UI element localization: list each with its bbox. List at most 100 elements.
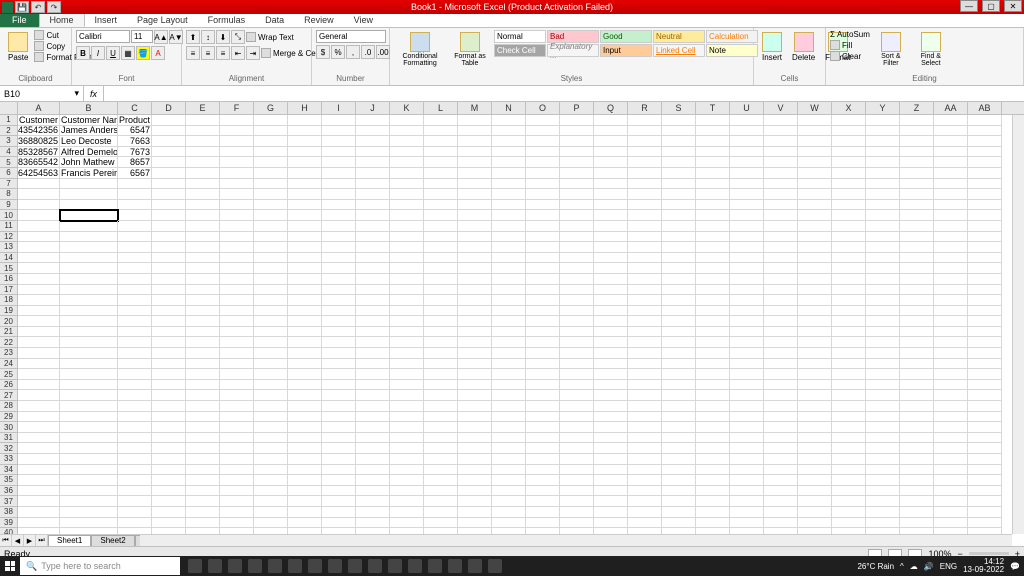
cell[interactable] xyxy=(18,232,60,243)
row-header[interactable]: 34 xyxy=(0,465,18,476)
cell[interactable]: James Anderson xyxy=(60,126,118,137)
cell[interactable] xyxy=(594,295,628,306)
cell[interactable] xyxy=(220,422,254,433)
zoom-slider[interactable] xyxy=(969,552,1009,555)
cell[interactable] xyxy=(458,168,492,179)
cell[interactable] xyxy=(356,401,390,412)
cell[interactable] xyxy=(560,210,594,221)
cell[interactable] xyxy=(560,200,594,211)
cell[interactable] xyxy=(628,496,662,507)
cell[interactable] xyxy=(390,179,424,190)
cell[interactable] xyxy=(118,337,152,348)
cell[interactable] xyxy=(934,189,968,200)
cell[interactable] xyxy=(492,316,526,327)
cell[interactable] xyxy=(594,232,628,243)
cell[interactable] xyxy=(458,189,492,200)
cell[interactable] xyxy=(424,316,458,327)
cell[interactable] xyxy=(254,263,288,274)
col-header-N[interactable]: N xyxy=(492,102,526,114)
cell[interactable] xyxy=(560,232,594,243)
cell[interactable] xyxy=(900,475,934,486)
cell[interactable] xyxy=(696,157,730,168)
cell[interactable] xyxy=(322,285,356,296)
cell[interactable] xyxy=(254,136,288,147)
cell[interactable] xyxy=(356,454,390,465)
cell[interactable] xyxy=(186,253,220,264)
cell[interactable] xyxy=(288,263,322,274)
cell[interactable] xyxy=(934,507,968,518)
cell[interactable] xyxy=(900,518,934,529)
cell[interactable] xyxy=(764,454,798,465)
cell[interactable] xyxy=(900,369,934,380)
cell[interactable] xyxy=(424,189,458,200)
cell[interactable] xyxy=(730,465,764,476)
cell[interactable] xyxy=(968,369,1002,380)
cell[interactable] xyxy=(220,348,254,359)
cell[interactable] xyxy=(832,136,866,147)
cell[interactable] xyxy=(594,179,628,190)
cell[interactable] xyxy=(560,253,594,264)
cell[interactable] xyxy=(152,475,186,486)
cell[interactable] xyxy=(628,380,662,391)
cell[interactable] xyxy=(424,390,458,401)
cell[interactable] xyxy=(390,433,424,444)
cell[interactable] xyxy=(730,327,764,338)
cell[interactable] xyxy=(730,136,764,147)
cell[interactable] xyxy=(730,401,764,412)
cell[interactable] xyxy=(152,210,186,221)
cell[interactable] xyxy=(492,486,526,497)
cell[interactable] xyxy=(60,274,118,285)
cell[interactable] xyxy=(322,327,356,338)
cell[interactable] xyxy=(628,242,662,253)
cell[interactable] xyxy=(628,210,662,221)
cell[interactable] xyxy=(696,390,730,401)
cell[interactable] xyxy=(60,359,118,370)
taskbar-app-icon[interactable] xyxy=(388,559,402,573)
cell[interactable] xyxy=(798,306,832,317)
cell[interactable] xyxy=(18,518,60,529)
cell[interactable] xyxy=(288,327,322,338)
taskbar-app-icon[interactable] xyxy=(308,559,322,573)
cell[interactable] xyxy=(458,433,492,444)
cell[interactable] xyxy=(18,433,60,444)
cell[interactable] xyxy=(492,518,526,529)
cell[interactable] xyxy=(662,285,696,296)
cell[interactable] xyxy=(492,221,526,232)
cell[interactable] xyxy=(832,337,866,348)
cell[interactable] xyxy=(60,348,118,359)
cell[interactable] xyxy=(560,221,594,232)
cell[interactable] xyxy=(220,126,254,137)
col-header-V[interactable]: V xyxy=(764,102,798,114)
cell[interactable] xyxy=(288,274,322,285)
cell[interactable] xyxy=(60,316,118,327)
cell[interactable] xyxy=(526,454,560,465)
cell[interactable] xyxy=(968,221,1002,232)
cell[interactable] xyxy=(118,295,152,306)
cell[interactable] xyxy=(798,242,832,253)
cell[interactable] xyxy=(628,285,662,296)
cell[interactable] xyxy=(832,327,866,338)
cell[interactable] xyxy=(18,242,60,253)
cell[interactable] xyxy=(934,210,968,221)
cell[interactable] xyxy=(18,263,60,274)
cell[interactable] xyxy=(866,454,900,465)
cell[interactable] xyxy=(492,253,526,264)
cell[interactable] xyxy=(798,327,832,338)
cell[interactable] xyxy=(458,443,492,454)
cell[interactable] xyxy=(186,518,220,529)
cell[interactable] xyxy=(220,221,254,232)
cell[interactable] xyxy=(254,210,288,221)
cell[interactable] xyxy=(288,380,322,391)
cell[interactable] xyxy=(968,147,1002,158)
cell[interactable] xyxy=(900,263,934,274)
cell[interactable] xyxy=(152,359,186,370)
cell[interactable] xyxy=(968,232,1002,243)
cell[interactable] xyxy=(356,136,390,147)
cell[interactable]: Customer ID xyxy=(18,115,60,126)
cell[interactable] xyxy=(492,168,526,179)
cell[interactable] xyxy=(118,475,152,486)
cell[interactable] xyxy=(594,168,628,179)
cell[interactable] xyxy=(118,348,152,359)
cell[interactable] xyxy=(322,507,356,518)
cell[interactable] xyxy=(934,454,968,465)
